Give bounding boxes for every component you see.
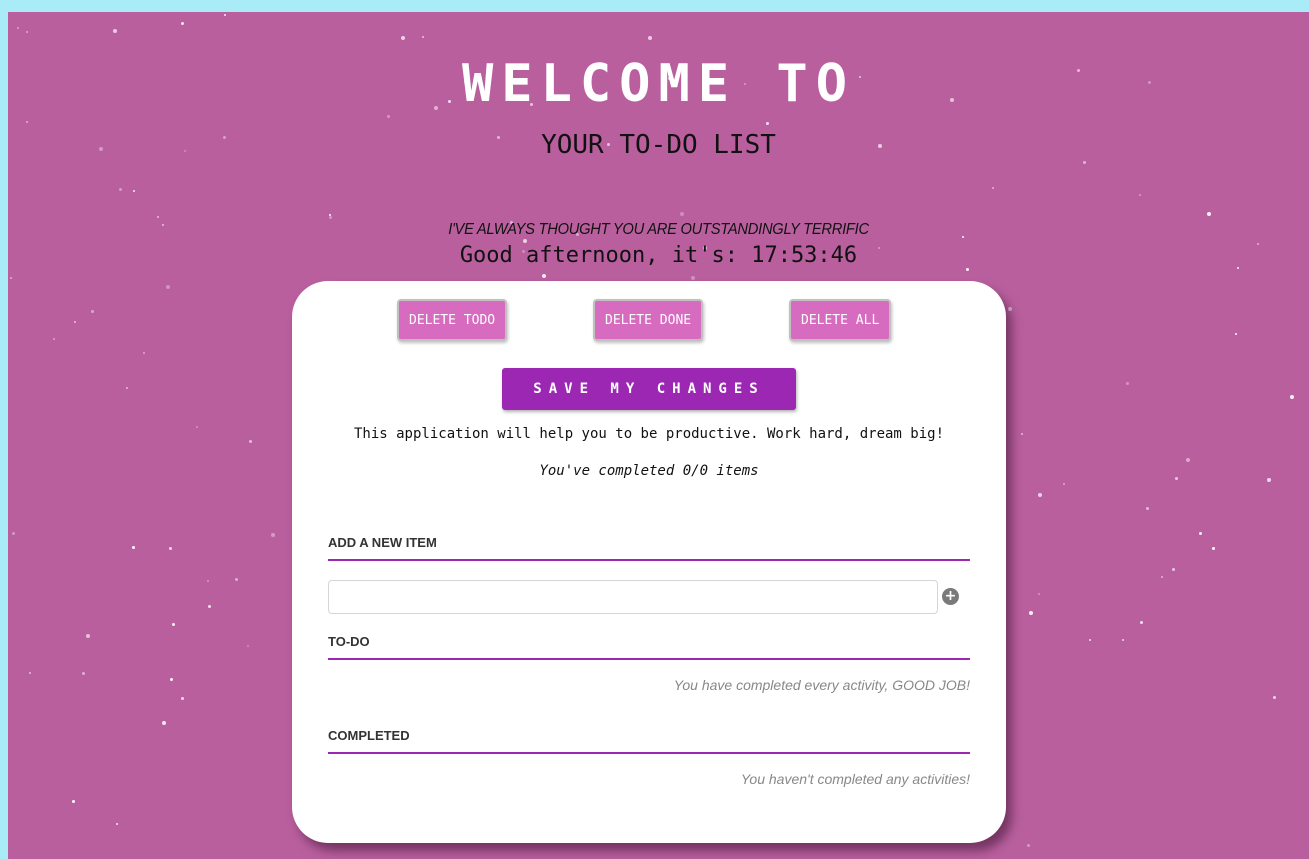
star-dot [422, 36, 424, 38]
star-dot [1212, 547, 1215, 550]
page-title: WELCOME TO [461, 54, 856, 114]
star-dot [17, 27, 19, 29]
star-dot [992, 187, 994, 189]
star-dot [53, 338, 55, 340]
star-dot [207, 580, 209, 582]
star-dot [235, 578, 238, 581]
delete-all-button[interactable]: DELETE ALL [789, 299, 892, 341]
star-dot [133, 190, 135, 192]
star-dot [26, 31, 28, 33]
completed-empty-message: You haven't completed any activities! [740, 771, 970, 787]
star-dot [12, 532, 15, 535]
star-dot [1029, 611, 1033, 615]
star-dot [271, 533, 275, 537]
star-dot [172, 623, 175, 626]
star-dot [224, 14, 226, 16]
star-dot [1207, 212, 1211, 216]
star-dot [1175, 477, 1178, 480]
add-item-heading: ADD A NEW ITEM [328, 535, 970, 561]
new-item-input[interactable] [328, 580, 938, 614]
star-dot [1008, 307, 1012, 311]
star-dot [82, 672, 85, 675]
star-dot [691, 276, 695, 280]
star-dot [181, 22, 184, 25]
star-dot [26, 121, 28, 123]
app-description: This application will help you to be pro… [353, 426, 944, 442]
star-dot [1027, 844, 1030, 847]
delete-todo-button[interactable]: DELETE TODO [397, 299, 508, 341]
star-dot [1063, 483, 1065, 485]
star-dot [329, 214, 331, 216]
star-dot [116, 823, 118, 825]
star-dot [132, 546, 135, 549]
completion-progress: You've completed 0/0 items [539, 463, 759, 479]
star-dot [680, 212, 684, 216]
star-dot [1290, 395, 1294, 399]
star-dot [966, 268, 969, 271]
star-dot [143, 352, 145, 354]
star-dot [1146, 507, 1149, 510]
star-dot [1267, 478, 1271, 482]
star-dot [1140, 621, 1143, 624]
star-dot [29, 672, 31, 674]
star-dot [1139, 194, 1141, 196]
todo-empty-message: You have completed every activity, GOOD … [673, 677, 970, 693]
star-dot [169, 547, 172, 550]
star-dot [1273, 696, 1276, 699]
star-dot [208, 605, 211, 608]
star-dot [162, 721, 166, 725]
delete-done-button[interactable]: DELETE DONE [593, 299, 704, 341]
app-background: WELCOME TO YOUR TO-DO LIST I'VE ALWAYS T… [8, 12, 1309, 859]
star-dot [170, 678, 173, 681]
plus-circle-icon[interactable]: + [942, 588, 959, 605]
star-dot [247, 645, 249, 647]
star-dot [329, 216, 332, 219]
star-dot [72, 800, 75, 803]
star-dot [401, 36, 405, 40]
star-dot [1038, 493, 1042, 497]
greeting-clock: Good afternoon, it's: 17:53:46 [459, 243, 858, 268]
star-dot [119, 188, 122, 191]
star-dot [1126, 382, 1129, 385]
star-dot [1089, 639, 1091, 641]
star-dot [1161, 576, 1163, 578]
star-dot [1235, 333, 1237, 335]
star-dot [181, 697, 184, 700]
star-dot [387, 115, 390, 118]
star-dot [1038, 593, 1040, 595]
star-dot [126, 387, 128, 389]
todo-heading: TO-DO [328, 634, 970, 660]
star-dot [1199, 532, 1202, 535]
star-dot [74, 321, 76, 323]
star-dot [1021, 433, 1023, 435]
star-dot [766, 122, 769, 125]
page-subtitle: YOUR TO-DO LIST [541, 130, 776, 160]
star-dot [86, 634, 90, 638]
compliment-text: I'VE ALWAYS THOUGHT YOU ARE OUTSTANDINGL… [448, 221, 869, 238]
star-dot [1186, 458, 1190, 462]
star-dot [249, 440, 252, 443]
star-dot [91, 310, 94, 313]
star-dot [166, 285, 170, 289]
star-dot [1122, 639, 1124, 641]
todo-card: DELETE TODO DELETE DONE DELETE ALL SAVE … [292, 281, 1006, 843]
star-dot [1083, 161, 1086, 164]
save-changes-button[interactable]: SAVE MY CHANGES [502, 368, 796, 410]
star-dot [157, 216, 159, 218]
star-dot [542, 274, 546, 278]
star-dot [1172, 568, 1175, 571]
star-dot [10, 277, 12, 279]
star-dot [113, 29, 117, 33]
star-dot [196, 426, 198, 428]
star-dot [648, 36, 652, 40]
completed-heading: COMPLETED [328, 728, 970, 754]
